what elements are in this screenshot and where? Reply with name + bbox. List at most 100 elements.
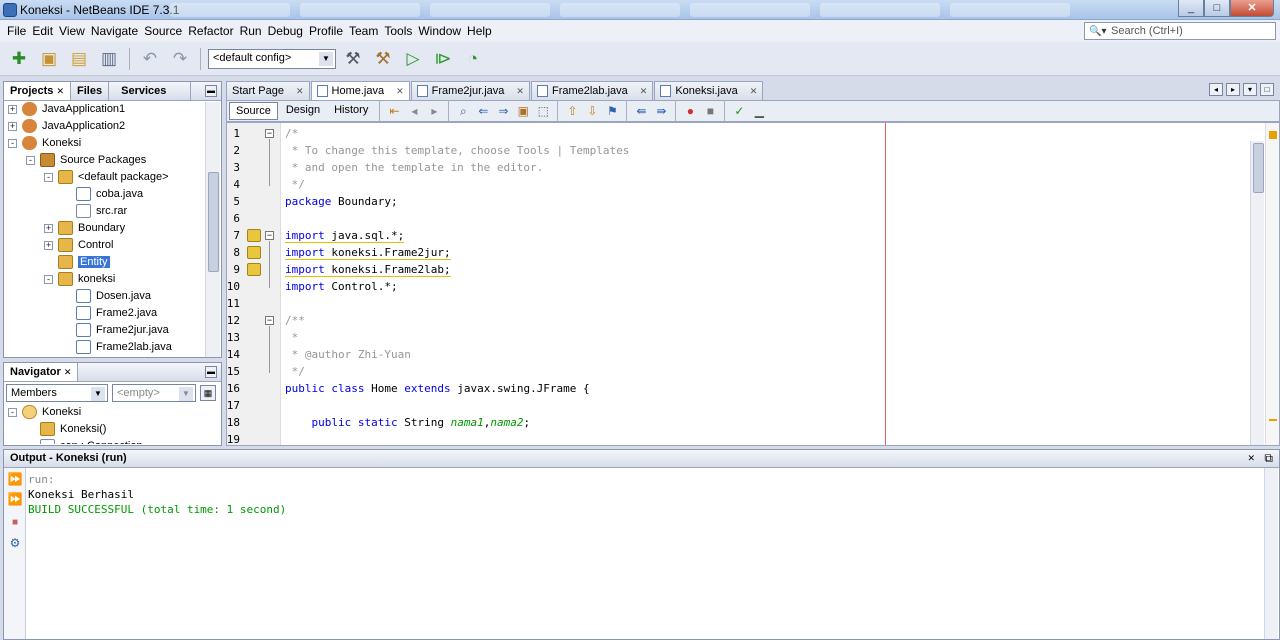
close-icon[interactable]: ✕ [1247, 453, 1255, 464]
uncomment-icon[interactable]: ▁ [750, 103, 768, 119]
stop-macro-icon[interactable]: ■ [701, 103, 719, 119]
fold-icon[interactable]: − [265, 129, 274, 138]
projects-scrollbar[interactable] [205, 102, 220, 357]
project-tree-item[interactable]: - Koneksi [4, 135, 221, 152]
editor-tab[interactable]: Frame2lab.java ✕ [530, 81, 654, 100]
config-select[interactable]: <default config> ▼ [208, 48, 336, 69]
editor-tab[interactable]: Home.java ✕ [310, 81, 410, 100]
project-tree-item[interactable]: - koneksi [4, 271, 221, 288]
debug-icon[interactable]: ⧐ [430, 46, 456, 72]
close-tab-icon[interactable]: ✕ [516, 86, 524, 97]
collapse-icon[interactable]: - [8, 408, 17, 417]
menu-view[interactable]: View [56, 24, 88, 38]
redo-icon[interactable]: ↷ [167, 46, 193, 72]
code-editor[interactable]: 1 2 3 4 5 6 7 8 9 10 11 12 13 14 15 16 17 18 19− − − /* * To… [226, 122, 1280, 446]
close-icon[interactable]: ✕ [56, 86, 64, 96]
rect-selection-icon[interactable]: ⬚ [534, 103, 552, 119]
project-tree-item[interactable]: Dosen.java [4, 288, 221, 305]
run-icon[interactable]: ▷ [400, 46, 426, 72]
empty-select[interactable]: <empty> ▼ [112, 384, 196, 402]
collapse-icon[interactable]: - [8, 139, 17, 148]
close-tab-icon[interactable]: ✕ [750, 86, 758, 97]
project-tree-item[interactable]: + Boundary [4, 220, 221, 237]
project-tree-item[interactable]: Frame2lab.java [4, 339, 221, 356]
close-icon[interactable]: ✕ [64, 367, 72, 377]
menu-refactor[interactable]: Refactor [185, 24, 236, 38]
profile-icon[interactable]: ◔ [460, 46, 486, 72]
navigator-tree-item[interactable]: Koneksi() [4, 421, 221, 438]
stop-icon[interactable]: ■ [7, 515, 23, 531]
menu-help[interactable]: Help [464, 24, 495, 38]
last-edit-icon[interactable]: ⇤ [385, 103, 403, 119]
close-button[interactable]: ✕ [1230, 0, 1274, 17]
prev-bookmark-icon[interactable]: ⇧ [563, 103, 581, 119]
save-all-icon[interactable]: ▥ [96, 46, 122, 72]
navigator-tree-item[interactable]: - Koneksi [4, 404, 221, 421]
editor-tab[interactable]: Start Page ✕ [226, 81, 310, 100]
fold-icon[interactable]: − [265, 316, 274, 325]
collapse-icon[interactable]: - [26, 156, 35, 165]
scrollbar-thumb[interactable] [1253, 143, 1264, 193]
warning-hint-icon[interactable] [247, 263, 261, 276]
new-project-icon[interactable]: ▣ [36, 46, 62, 72]
editor-scrollbar[interactable] [1250, 141, 1264, 445]
find-selection-icon[interactable]: ⌕ [454, 103, 472, 119]
shift-right-icon[interactable]: ⇛ [652, 103, 670, 119]
close-tab-icon[interactable]: ✕ [296, 86, 304, 97]
undo-icon[interactable]: ↶ [137, 46, 163, 72]
minimize-button[interactable]: _ [1178, 0, 1204, 17]
open-project-icon[interactable]: ▤ [66, 46, 92, 72]
collapse-icon[interactable]: - [44, 173, 53, 182]
project-tree-item[interactable]: - <default package> [4, 169, 221, 186]
minimize-panel-icon[interactable]: ▬ [205, 366, 217, 378]
navigator-tree-item[interactable]: con : Connection [4, 438, 221, 444]
project-tree-item[interactable]: + JavaApplication2 [4, 118, 221, 135]
design-view-button[interactable]: Design [280, 102, 326, 120]
back-icon[interactable]: ◂ [405, 103, 423, 119]
menu-profile[interactable]: Profile [306, 24, 346, 38]
clean-build-icon[interactable]: ⚒ [370, 46, 396, 72]
project-tree-item[interactable]: - Source Packages [4, 152, 221, 169]
build-icon[interactable]: ⚒ [340, 46, 366, 72]
history-view-button[interactable]: History [328, 102, 374, 120]
menu-team[interactable]: Team [346, 24, 381, 38]
expand-icon[interactable]: + [44, 224, 53, 233]
menu-edit[interactable]: Edit [29, 24, 56, 38]
restore-window-icon[interactable]: ⧉ [1264, 451, 1273, 466]
start-macro-icon[interactable]: ● [681, 103, 699, 119]
fold-icon[interactable]: − [265, 231, 274, 240]
members-filter-select[interactable]: Members ▼ [6, 384, 108, 402]
source-view-button[interactable]: Source [229, 102, 278, 120]
warning-hint-icon[interactable] [247, 229, 261, 242]
scrollbar-thumb[interactable] [208, 172, 219, 272]
tab-services[interactable]: Services [109, 82, 192, 100]
tab-files[interactable]: Files [71, 82, 110, 100]
project-tree-item[interactable]: Frame2.java [4, 305, 221, 322]
forward-icon[interactable]: ▸ [425, 103, 443, 119]
menu-navigate[interactable]: Navigate [88, 24, 141, 38]
project-tree-item[interactable]: + JavaApplication1 [4, 101, 221, 118]
scroll-right-icon[interactable]: ▸ [1226, 83, 1240, 96]
menu-source[interactable]: Source [141, 24, 185, 38]
filter-icon[interactable]: ▦ [200, 385, 216, 401]
menu-file[interactable]: File [4, 24, 29, 38]
minimize-panel-icon[interactable]: ▬ [205, 85, 217, 97]
show-opened-docs-icon[interactable]: ▾ [1243, 83, 1257, 96]
project-tree-item[interactable]: src.rar [4, 203, 221, 220]
project-tree-item[interactable]: Entity [4, 254, 221, 271]
menu-debug[interactable]: Debug [265, 24, 306, 38]
menu-tools[interactable]: Tools [381, 24, 415, 38]
find-next-icon[interactable]: ⇒ [494, 103, 512, 119]
editor-tab[interactable]: Frame2jur.java ✕ [410, 81, 530, 100]
search-input[interactable]: 🔍▾ Search (Ctrl+I) [1084, 22, 1276, 40]
settings-icon[interactable]: ⚙ [7, 535, 23, 551]
warning-hint-icon[interactable] [247, 246, 261, 259]
toggle-highlight-icon[interactable]: ▣ [514, 103, 532, 119]
menu-window[interactable]: Window [415, 24, 464, 38]
find-previous-icon[interactable]: ⇐ [474, 103, 492, 119]
maximize-button[interactable]: □ [1204, 0, 1230, 17]
menu-run[interactable]: Run [237, 24, 265, 38]
next-bookmark-icon[interactable]: ⇩ [583, 103, 601, 119]
editor-tab[interactable]: Koneksi.java ✕ [654, 81, 764, 100]
project-tree-item[interactable]: + Control [4, 237, 221, 254]
